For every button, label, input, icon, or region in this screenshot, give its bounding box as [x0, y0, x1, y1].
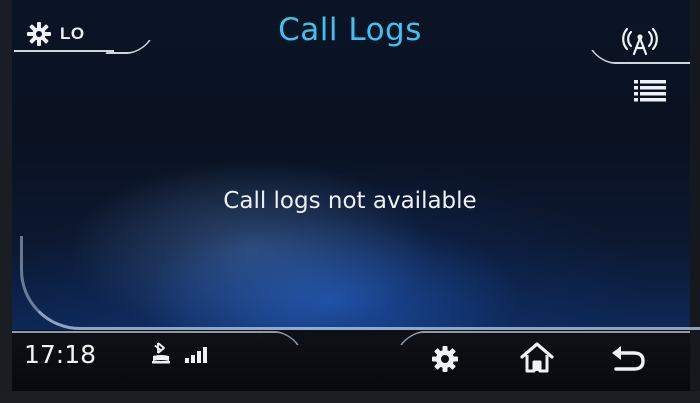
tab-divider-right: [615, 62, 690, 64]
page-title: Call Logs: [278, 12, 422, 48]
gear-icon: [432, 346, 458, 372]
status-bar: [12, 330, 690, 391]
menu-list-button[interactable]: [632, 78, 668, 104]
settings-button[interactable]: [428, 342, 462, 376]
tab-divider-left: [14, 50, 114, 52]
empty-state-message: Call logs not available: [223, 188, 477, 214]
content-frame-curve: [20, 236, 700, 330]
infotainment-screen: LO Call Logs Call logs not available 17:…: [0, 0, 700, 403]
antenna-icon: [622, 27, 658, 56]
back-arrow-icon: [612, 346, 645, 371]
home-icon: [520, 342, 554, 373]
home-button[interactable]: [518, 340, 556, 376]
signal-strength-icon: [184, 344, 210, 364]
status-bar-divider-left: [12, 331, 267, 333]
back-button[interactable]: [608, 341, 648, 375]
status-bar-divider-right: [430, 331, 690, 333]
antenna-button[interactable]: [620, 26, 660, 56]
list-icon: [634, 80, 666, 102]
clock: 17:18: [24, 340, 97, 369]
bezel-bottom: [0, 391, 700, 403]
bluetooth-phone-icon: [150, 341, 172, 365]
